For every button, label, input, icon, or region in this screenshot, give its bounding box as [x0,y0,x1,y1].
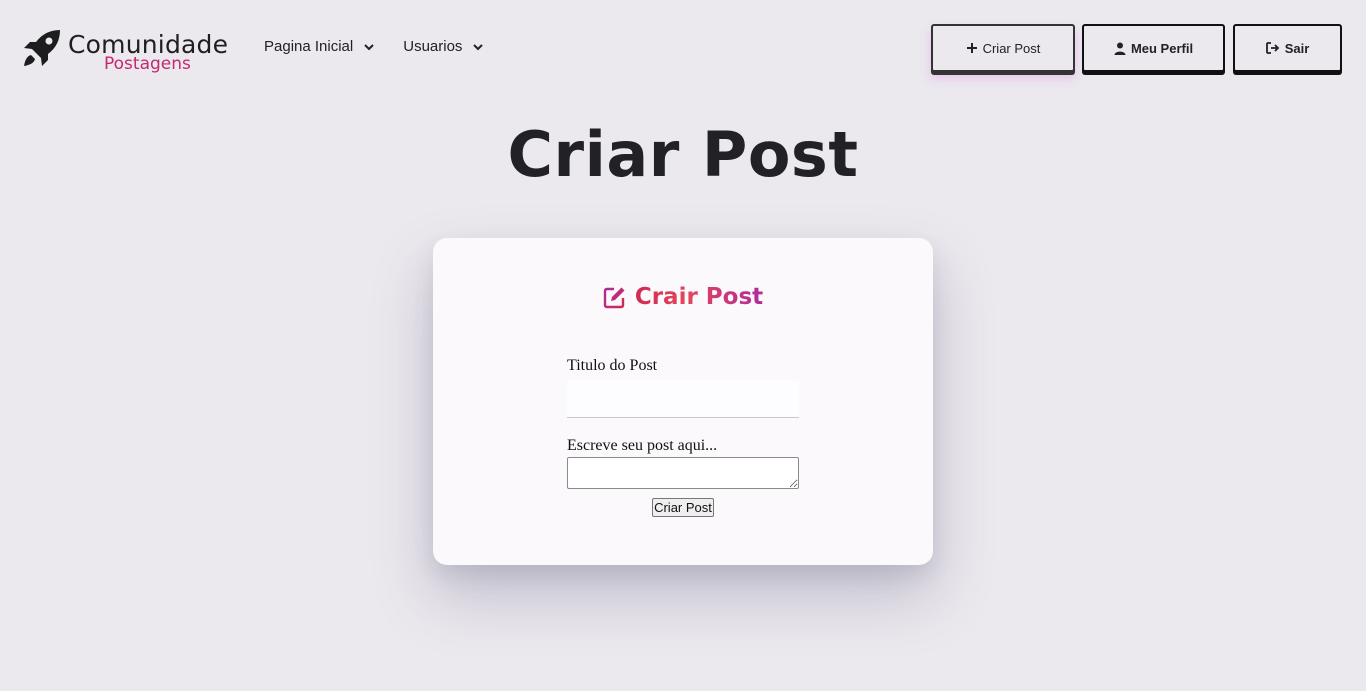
card-heading: Crair Post [433,284,933,310]
create-post-button[interactable]: Criar Post [931,24,1075,72]
sign-out-icon [1265,42,1279,54]
logo-subtitle: Postagens [104,54,191,74]
post-body-label: Escreve seu post aqui... [567,437,718,454]
post-title-input[interactable] [567,380,799,418]
create-post-card: Crair Post Titulo do Post Escreve seu po… [433,238,933,565]
nav-item-usuarios[interactable]: Usuarios [403,38,484,55]
plus-icon [966,43,977,53]
create-post-label: Criar Post [982,40,1041,56]
header: Comunidade Postagens Pagina Inicial Usua… [0,0,1366,96]
edit-icon [603,287,625,309]
nav-item-pagina-inicial[interactable]: Pagina Inicial [264,38,375,55]
logout-button[interactable]: Sair [1233,24,1342,72]
rocket-icon [24,30,60,66]
user-icon [1114,42,1126,55]
post-title-label: Titulo do Post [567,357,658,374]
post-body-textarea[interactable] [567,457,799,489]
nav-item-label: Usuarios [403,38,463,55]
main-nav: Pagina Inicial Usuarios [264,38,484,55]
chevron-down-icon [473,43,484,50]
submit-post-button[interactable]: Criar Post [652,498,714,517]
chevron-down-icon [364,43,374,50]
nav-item-label: Pagina Inicial [264,38,354,55]
profile-button[interactable]: Meu Perfil [1082,24,1225,72]
card-heading-text: Crair Post [634,284,764,310]
logout-label: Sair [1284,40,1310,56]
page-title: Criar Post [507,118,859,191]
profile-label: Meu Perfil [1130,40,1194,56]
logo[interactable]: Comunidade Postagens [22,26,242,78]
